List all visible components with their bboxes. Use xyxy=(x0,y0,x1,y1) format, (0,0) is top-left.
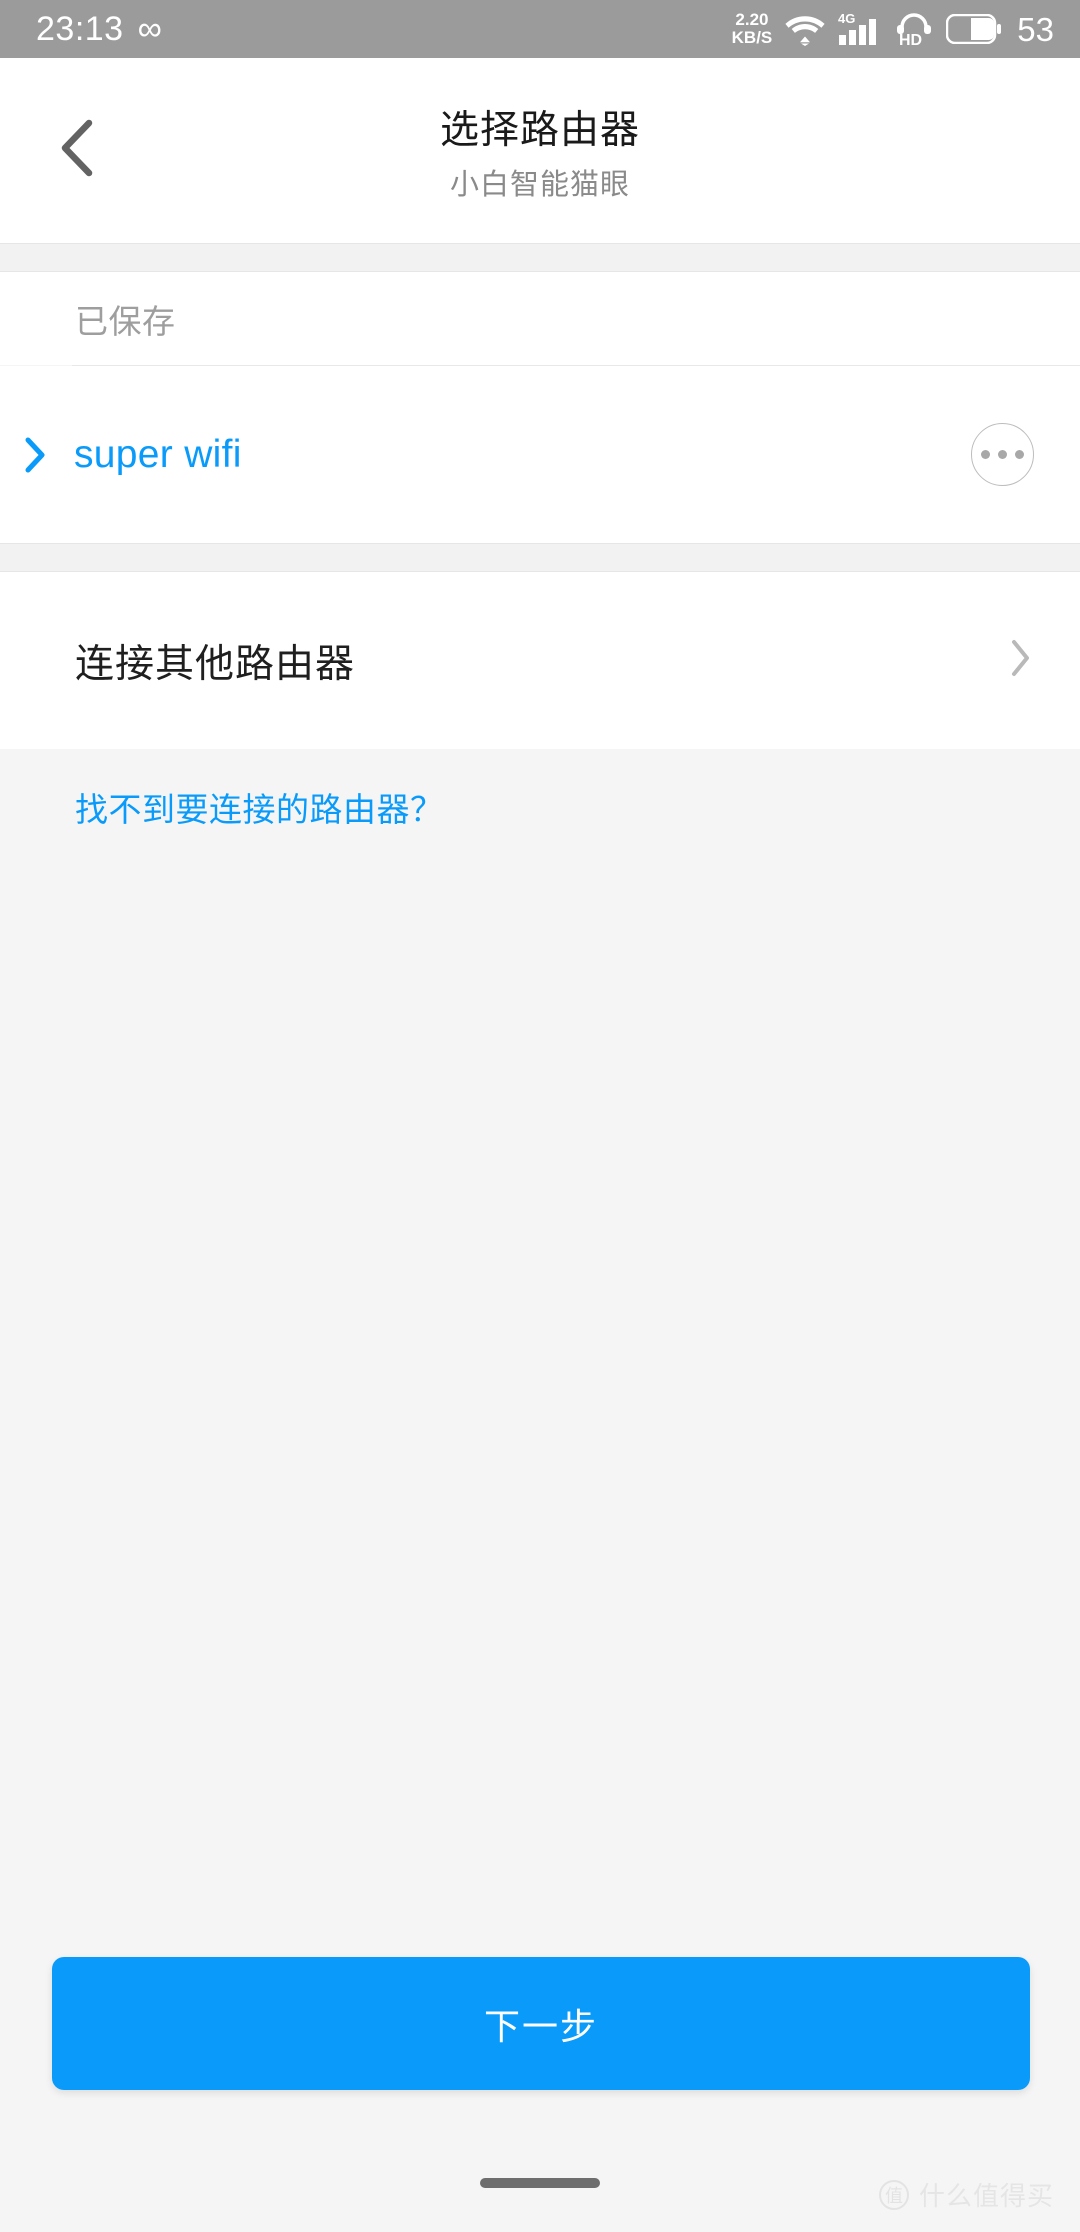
saved-network-main[interactable]: super wifi xyxy=(22,433,971,477)
next-step-button[interactable]: 下一步 xyxy=(52,1957,1030,2090)
watermark-badge-icon: 值 xyxy=(878,2179,909,2210)
hd-icon: HD xyxy=(895,11,933,47)
saved-section-header: 已保存 xyxy=(0,272,1080,365)
section-separator-band-top xyxy=(0,243,1080,272)
status-bar-left: 23:13 ∞ xyxy=(36,12,162,46)
chevron-left-icon xyxy=(57,117,99,184)
help-link-container: 找不到要连接的路由器？ xyxy=(0,749,1080,864)
connect-other-router-row[interactable]: 连接其他路由器 xyxy=(0,572,1080,749)
section-separator-band-bottom xyxy=(0,543,1080,572)
cannot-find-router-link[interactable]: 找不到要连接的路由器？ xyxy=(75,783,444,831)
back-button[interactable] xyxy=(40,113,116,189)
status-bar: 23:13 ∞ 2.20 KB/S 4G HD 53 xyxy=(0,0,1080,58)
status-bar-right: 2.20 KB/S 4G HD 53 xyxy=(732,11,1054,47)
network-more-options-button[interactable] xyxy=(971,423,1034,486)
cellular-signal-icon: 4G xyxy=(838,11,882,47)
status-time: 23:13 xyxy=(36,10,124,48)
page-header: 选择路由器 小白智能猫眼 xyxy=(0,58,1080,243)
page-subtitle: 小白智能猫眼 xyxy=(449,168,630,201)
ellipsis-icon xyxy=(981,450,1024,459)
wifi-icon xyxy=(785,12,825,46)
svg-text:HD: HD xyxy=(899,32,922,47)
svg-text:4G: 4G xyxy=(838,11,855,26)
chevron-right-icon xyxy=(22,435,48,475)
saved-section-label: 已保存 xyxy=(75,302,176,340)
app-screen: 23:13 ∞ 2.20 KB/S 4G HD 53 选择路由器 小白智能猫眼 … xyxy=(0,0,1080,2232)
saved-network-name: super wifi xyxy=(74,432,242,476)
watermark: 值 什么值得买 xyxy=(878,2176,1054,2213)
saved-network-row[interactable]: super wifi xyxy=(0,366,1080,543)
page-title: 选择路由器 xyxy=(439,108,640,152)
network-speed-value: 2.20 xyxy=(735,10,769,30)
watermark-text: 什么值得买 xyxy=(918,2181,1054,2211)
chevron-right-icon xyxy=(1008,636,1034,685)
infinity-icon: ∞ xyxy=(137,10,162,48)
battery-icon xyxy=(946,14,1002,44)
battery-percent: 53 xyxy=(1017,10,1054,48)
network-speed-indicator: 2.20 KB/S xyxy=(732,11,773,47)
connect-other-router-label: 连接其他路由器 xyxy=(75,642,356,686)
header-title-block: 选择路由器 小白智能猫眼 xyxy=(440,99,640,203)
network-speed-unit: KB/S xyxy=(731,28,773,47)
home-indicator[interactable] xyxy=(480,2178,600,2188)
